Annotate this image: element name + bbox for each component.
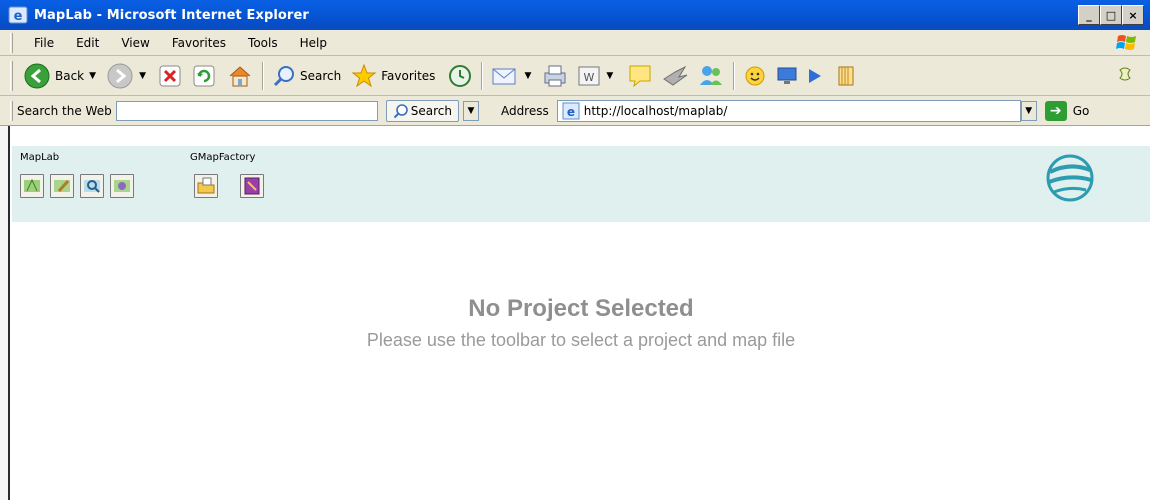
smiley-icon[interactable] [743,64,767,88]
menu-edit[interactable]: Edit [65,36,110,50]
gmap-open-icon[interactable] [194,174,218,198]
back-icon [24,63,50,88]
no-project-title: No Project Selected [468,295,694,322]
no-project-subtitle: Please use the toolbar to select a proje… [366,330,796,350]
globe-logo-icon [1046,154,1094,202]
play-icon[interactable] [805,64,825,88]
addressbar-grip [10,100,13,121]
mail-button[interactable]: ▼ [491,64,531,88]
research-icon[interactable] [661,63,689,89]
favorites-icon [351,63,377,87]
edit-dropdown-icon[interactable]: ▼ [606,71,613,81]
window-titlebar[interactable]: e MapLab - Microsoft Internet Explorer _… [0,0,1150,30]
page-icon: e [562,102,580,119]
toolbar-separator [481,61,484,90]
discuss-icon[interactable] [627,63,653,89]
search-web-button-label: Search [410,103,452,118]
toolbar-grip [10,60,13,91]
stop-icon[interactable] [158,64,182,88]
map-edit-icon[interactable] [20,174,44,198]
toolbar-separator [261,61,264,90]
address-url: http://localhost/maplab/ [583,103,728,118]
address-input[interactable]: e http://localhost/maplab/ [556,99,1021,122]
window-title: MapLab - Microsoft Internet Explorer [34,7,309,23]
home-icon[interactable] [226,62,254,90]
edit-icon: W [578,66,600,85]
internet-explorer-icon: e [8,6,28,24]
search-label: Search [299,68,342,83]
window-left-border [0,126,10,500]
favorites-button[interactable]: Favorites [351,63,435,89]
refresh-icon[interactable] [192,64,216,88]
extension-icon[interactable] [1114,64,1136,88]
back-dropdown-icon[interactable]: ▼ [89,71,96,81]
address-dropdown[interactable]: ▼ [1020,100,1037,121]
minimize-button[interactable]: _ [1078,5,1100,25]
standard-toolbar: Back ▼ ▼ Search Favorites ▼ W ▼ [0,56,1150,96]
gmap-book-icon[interactable] [240,174,264,198]
toolbar-separator [733,61,736,90]
close-button[interactable]: × [1122,5,1144,25]
mail-dropdown-icon[interactable]: ▼ [524,71,531,81]
search-icon [393,103,408,118]
go-arrow-icon[interactable]: ➔ [1044,100,1067,121]
menu-view[interactable]: View [110,36,160,50]
mail-icon [492,68,516,84]
svg-text:e: e [567,105,575,119]
search-options-dropdown[interactable]: ▼ [462,100,479,121]
map-settings-icon[interactable] [110,174,134,198]
maximize-button[interactable]: □ [1100,5,1122,25]
menu-grip [10,32,13,53]
menu-file[interactable]: File [23,36,65,50]
svg-text:W: W [584,71,595,84]
menu-bar: File Edit View Favorites Tools Help [0,30,1150,56]
search-button[interactable]: Search [272,64,341,88]
forward-dropdown-icon[interactable]: ▼ [139,71,146,81]
back-label: Back [55,68,85,83]
history-icon[interactable] [447,63,473,89]
favorites-label: Favorites [381,68,436,83]
maplab-section-label: MapLab [20,152,60,163]
edit-button[interactable]: W ▼ [577,64,613,88]
search-web-input[interactable] [115,100,378,121]
menu-help[interactable]: Help [289,36,338,50]
address-bar: Search the Web Search ▼ Address e http:/… [0,96,1150,126]
search-web-label: Search the Web [17,103,112,118]
address-label: Address [500,103,549,118]
map-browse-icon[interactable] [50,174,74,198]
print-icon[interactable] [541,63,569,89]
page-header: MapLab GMapFactory [12,146,1150,222]
forward-icon [107,63,133,88]
search-web-button[interactable]: Search [385,99,459,122]
map-query-icon[interactable] [80,174,104,198]
windows-logo-icon [1116,35,1136,50]
forward-button[interactable]: ▼ [106,62,146,90]
gmapfactory-section-label: GMapFactory [190,152,256,163]
go-label[interactable]: Go [1073,104,1090,118]
notepad-icon[interactable] [835,64,857,88]
svg-text:e: e [14,9,23,24]
search-icon [273,65,294,86]
back-button[interactable]: Back ▼ [23,62,96,90]
monitor-icon[interactable] [775,64,799,88]
menu-tools[interactable]: Tools [237,36,289,50]
menu-favorites[interactable]: Favorites [161,36,237,50]
messenger-icon[interactable] [697,63,725,89]
